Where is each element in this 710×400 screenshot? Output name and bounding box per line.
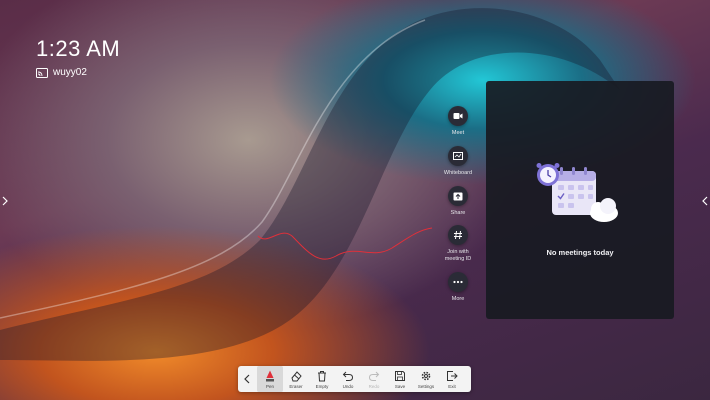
eraser-label: Eraser — [289, 384, 303, 389]
video-camera-icon — [453, 113, 463, 119]
whiteboard-icon — [453, 151, 463, 160]
empty-label: Empty — [315, 384, 329, 389]
undo-label: Undo — [342, 384, 354, 389]
trash-icon — [318, 371, 326, 382]
redo-label: Redo — [368, 384, 380, 389]
redo-button[interactable]: Redo — [361, 366, 387, 392]
annotation-toolbar: Pen Eraser Empty Undo Redo Save Settings… — [238, 366, 471, 392]
user-badge: wuyy02 — [36, 67, 87, 78]
settings-label: Settings — [417, 384, 435, 389]
hash-icon — [454, 230, 462, 240]
whiteboard-button[interactable]: Whiteboard — [438, 146, 478, 177]
save-button[interactable]: Save — [387, 366, 413, 392]
share-screen-icon — [453, 192, 463, 200]
whiteboard-label: Whiteboard — [443, 170, 473, 176]
more-dots-icon — [453, 280, 463, 284]
share-label: Share — [450, 210, 466, 216]
left-edge-handle[interactable] — [0, 192, 10, 210]
exit-button[interactable]: Exit — [439, 366, 465, 392]
gear-icon — [421, 371, 431, 381]
more-label: More — [451, 296, 465, 302]
right-edge-handle[interactable] — [700, 192, 710, 210]
clock-time: 1:23 AM — [36, 36, 121, 61]
save-label: Save — [394, 384, 406, 389]
join-meeting-id-label: Join with meeting ID — [444, 249, 472, 262]
empty-tool-button[interactable]: Empty — [309, 366, 335, 392]
cast-screen-icon — [36, 67, 48, 78]
share-button[interactable]: Share — [438, 186, 478, 217]
meet-label: Meet — [451, 130, 465, 136]
exit-label: Exit — [448, 384, 456, 389]
save-icon — [395, 371, 405, 381]
pen-icon — [266, 370, 274, 382]
chevron-left-icon — [244, 374, 250, 384]
eraser-icon — [291, 371, 302, 382]
meetings-panel: No meetings today — [486, 81, 674, 319]
pen-tool-button[interactable]: Pen — [257, 366, 283, 392]
pen-label: Pen — [265, 384, 274, 389]
chevron-left-icon — [702, 196, 708, 206]
exit-icon — [447, 371, 458, 381]
eraser-tool-button[interactable]: Eraser — [283, 366, 309, 392]
no-meetings-text: No meetings today — [546, 248, 614, 257]
settings-button[interactable]: Settings — [413, 366, 439, 392]
calendar-clock-cloud-illustration — [536, 163, 618, 222]
meet-button[interactable]: Meet — [438, 106, 478, 137]
undo-button[interactable]: Undo — [335, 366, 361, 392]
redo-icon — [368, 371, 380, 381]
undo-icon — [342, 371, 354, 381]
toolbar-collapse-button[interactable] — [238, 366, 256, 392]
join-meeting-id-button[interactable]: Join with meeting ID — [438, 225, 478, 263]
user-name: wuyy02 — [53, 67, 87, 78]
chevron-right-icon — [2, 196, 8, 206]
more-button[interactable]: More — [438, 272, 478, 303]
